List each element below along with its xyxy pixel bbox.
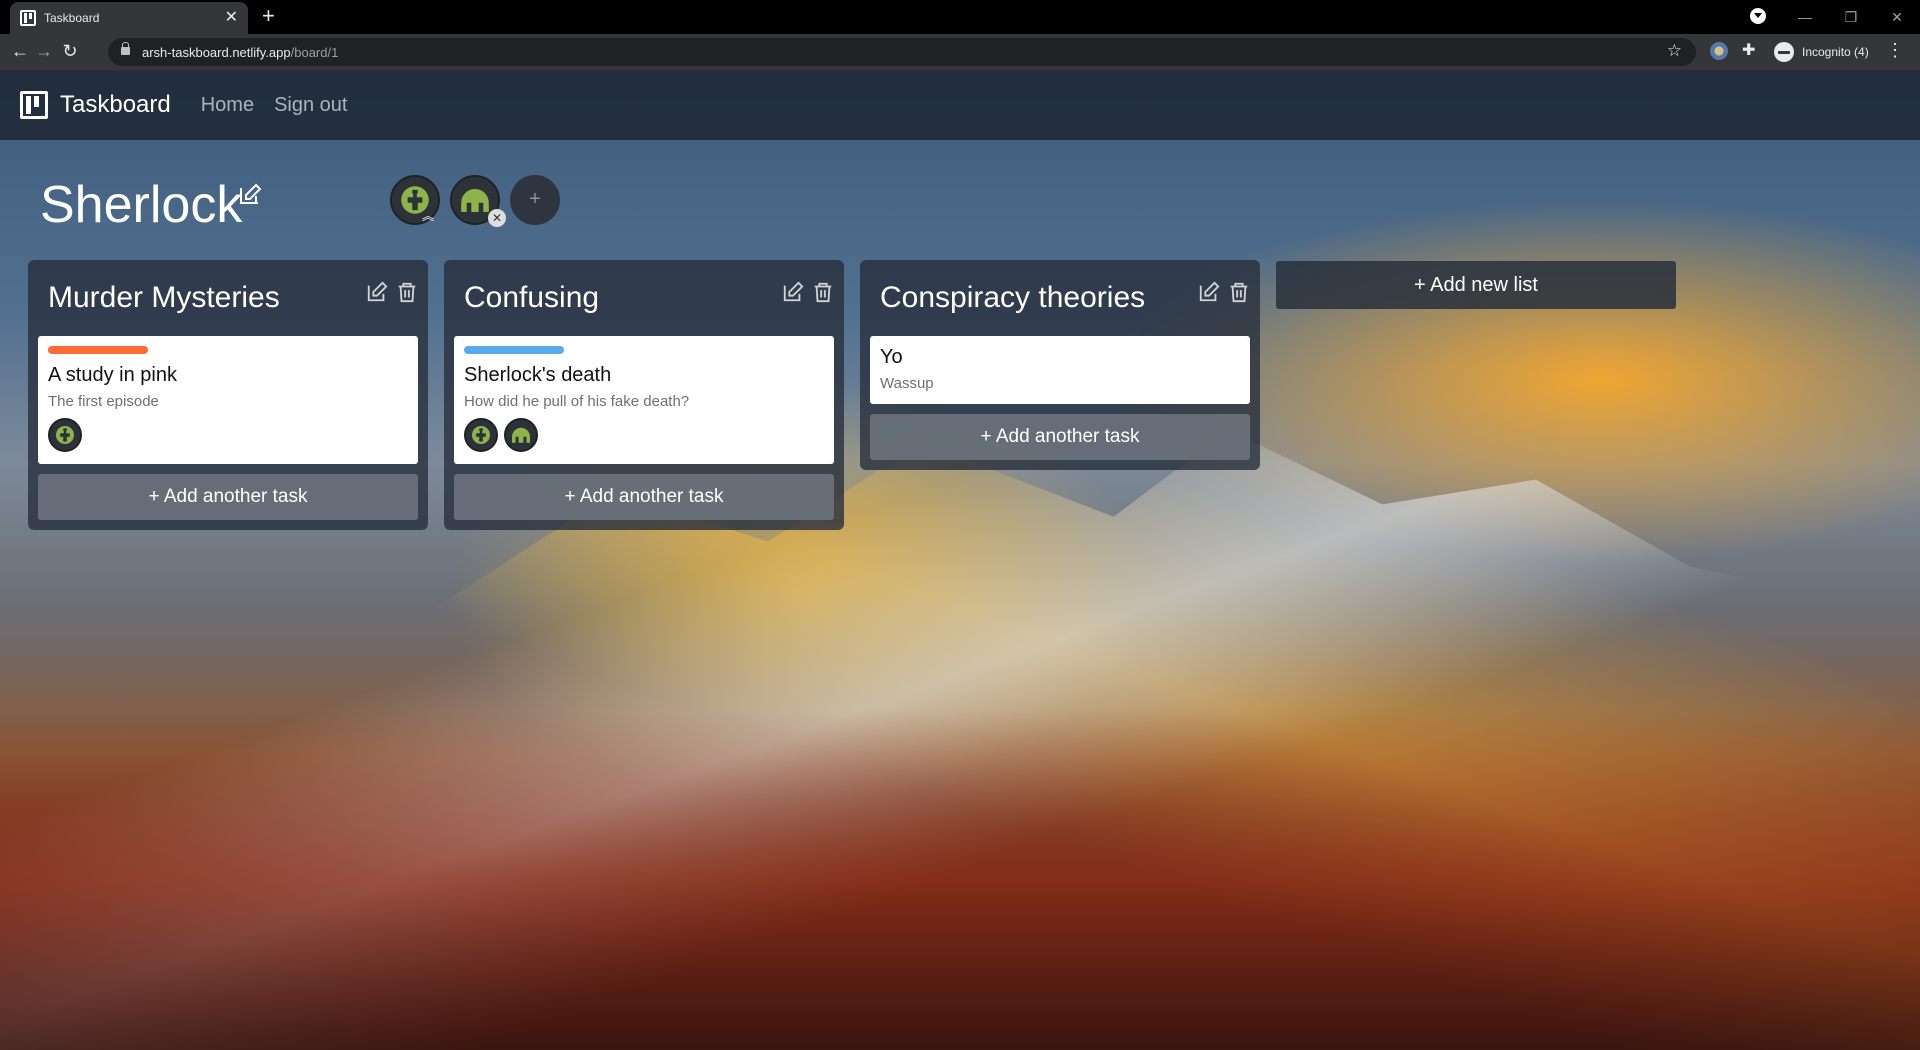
board-page: Taskboard Home Sign out Sherlock ︽ ✕ + M… <box>0 70 1920 1050</box>
browser-tab[interactable]: Taskboard ✕ <box>10 2 248 34</box>
add-task-button[interactable]: + Add another task <box>454 474 834 520</box>
task-card[interactable]: Sherlock's death How did he pull of his … <box>454 336 834 464</box>
tab-title: Taskboard <box>44 11 100 25</box>
task-card[interactable]: Yo Wassup <box>870 336 1250 404</box>
card-label-orange <box>48 346 148 354</box>
close-tab-icon[interactable]: ✕ <box>225 10 238 26</box>
incognito-profile-button[interactable]: Incognito (4) <box>1770 39 1877 65</box>
back-arrow-icon[interactable]: ← <box>8 40 32 62</box>
avatar <box>464 418 498 452</box>
remove-member-icon[interactable]: ✕ <box>488 209 506 227</box>
card-title: A study in pink <box>48 364 177 386</box>
minimize-button[interactable]: — <box>1782 9 1828 25</box>
card-members <box>464 418 824 452</box>
reload-icon[interactable]: ↻ <box>58 40 82 62</box>
list-title[interactable]: Conspiracy theories <box>880 281 1145 315</box>
taskboard-logo-icon[interactable] <box>20 91 48 119</box>
brand-name[interactable]: Taskboard <box>60 91 171 119</box>
delete-list-icon[interactable] <box>1228 281 1250 303</box>
add-new-list-button[interactable]: + Add new list <box>1276 261 1676 309</box>
board-members: ︽ ✕ + <box>390 175 560 227</box>
list-actions <box>358 281 418 303</box>
bookmark-star-icon[interactable]: ☆ <box>1667 41 1682 61</box>
card-title: Sherlock's death <box>464 364 612 386</box>
task-card[interactable]: A study in pink The first episode <box>38 336 418 464</box>
taskboard-favicon-icon <box>20 10 36 26</box>
list-murder-mysteries: Murder Mysteries A study in pink The fir… <box>28 260 428 530</box>
avatar <box>48 418 82 452</box>
list-actions <box>1190 281 1250 303</box>
card-label-blue <box>464 346 564 354</box>
card-description: The first episode <box>48 393 159 410</box>
delete-list-icon[interactable] <box>396 281 418 303</box>
forward-arrow-icon[interactable]: → <box>32 40 56 62</box>
list-header: Conspiracy theories <box>870 260 1250 336</box>
board-title: Sherlock <box>40 176 243 234</box>
lists-container: Murder Mysteries A study in pink The fir… <box>28 260 1676 530</box>
incognito-label: Incognito (4) <box>1802 45 1869 59</box>
nav-link-sign-out[interactable]: Sign out <box>274 94 347 117</box>
incognito-icon <box>1774 42 1794 62</box>
edit-list-icon[interactable] <box>366 281 388 303</box>
extension-icon[interactable] <box>1710 42 1728 60</box>
list-confusing: Confusing Sherlock's death How did he pu… <box>444 260 844 530</box>
list-title[interactable]: Confusing <box>464 281 599 315</box>
url-text: arsh-taskboard.netlify.app/board/1 <box>142 44 339 60</box>
browser-toolbar: ← → ↻ arsh-taskboard.netlify.app/board/1… <box>0 34 1920 70</box>
list-title[interactable]: Murder Mysteries <box>48 281 280 315</box>
list-header: Murder Mysteries <box>38 260 418 336</box>
card-description: Wassup <box>880 375 934 392</box>
add-task-button[interactable]: + Add another task <box>38 474 418 520</box>
edit-board-title-icon[interactable] <box>238 183 262 207</box>
card-members <box>48 418 408 452</box>
nav-link-home[interactable]: Home <box>201 94 254 117</box>
card-title: Yo <box>880 346 903 368</box>
card-description: How did he pull of his fake death? <box>464 393 690 410</box>
board-member[interactable]: ✕ <box>450 175 510 227</box>
new-tab-button[interactable]: + <box>262 5 275 27</box>
list-header: Confusing <box>454 260 834 336</box>
restore-button[interactable]: ❐ <box>1828 9 1874 26</box>
lock-icon[interactable] <box>121 42 130 55</box>
owner-chevron-icon: ︽ <box>422 209 435 223</box>
delete-list-icon[interactable] <box>812 281 834 303</box>
extensions-puzzle-icon[interactable]: ✚ <box>1742 40 1760 59</box>
close-window-button[interactable]: ✕ <box>1874 9 1920 26</box>
top-navbar: Taskboard Home Sign out <box>0 70 1920 140</box>
board-member-owner[interactable]: ︽ <box>390 175 450 225</box>
address-bar[interactable]: arsh-taskboard.netlify.app/board/1 ☆ <box>108 38 1696 66</box>
avatar <box>504 418 538 452</box>
list-conspiracy-theories: Conspiracy theories Yo Wassup + Add anot… <box>860 260 1260 470</box>
edit-list-icon[interactable] <box>1198 281 1220 303</box>
kebab-menu-icon[interactable]: ⋮ <box>1886 40 1904 61</box>
edit-list-icon[interactable] <box>782 281 804 303</box>
add-member-button[interactable]: + <box>510 175 560 225</box>
add-task-button[interactable]: + Add another task <box>870 414 1250 460</box>
window-controls: — ❐ ✕ <box>1782 0 1920 34</box>
chrome-media-icon[interactable] <box>1750 8 1766 24</box>
browser-tab-bar: Taskboard ✕ + — ❐ ✕ <box>0 0 1920 34</box>
list-actions <box>774 281 834 303</box>
